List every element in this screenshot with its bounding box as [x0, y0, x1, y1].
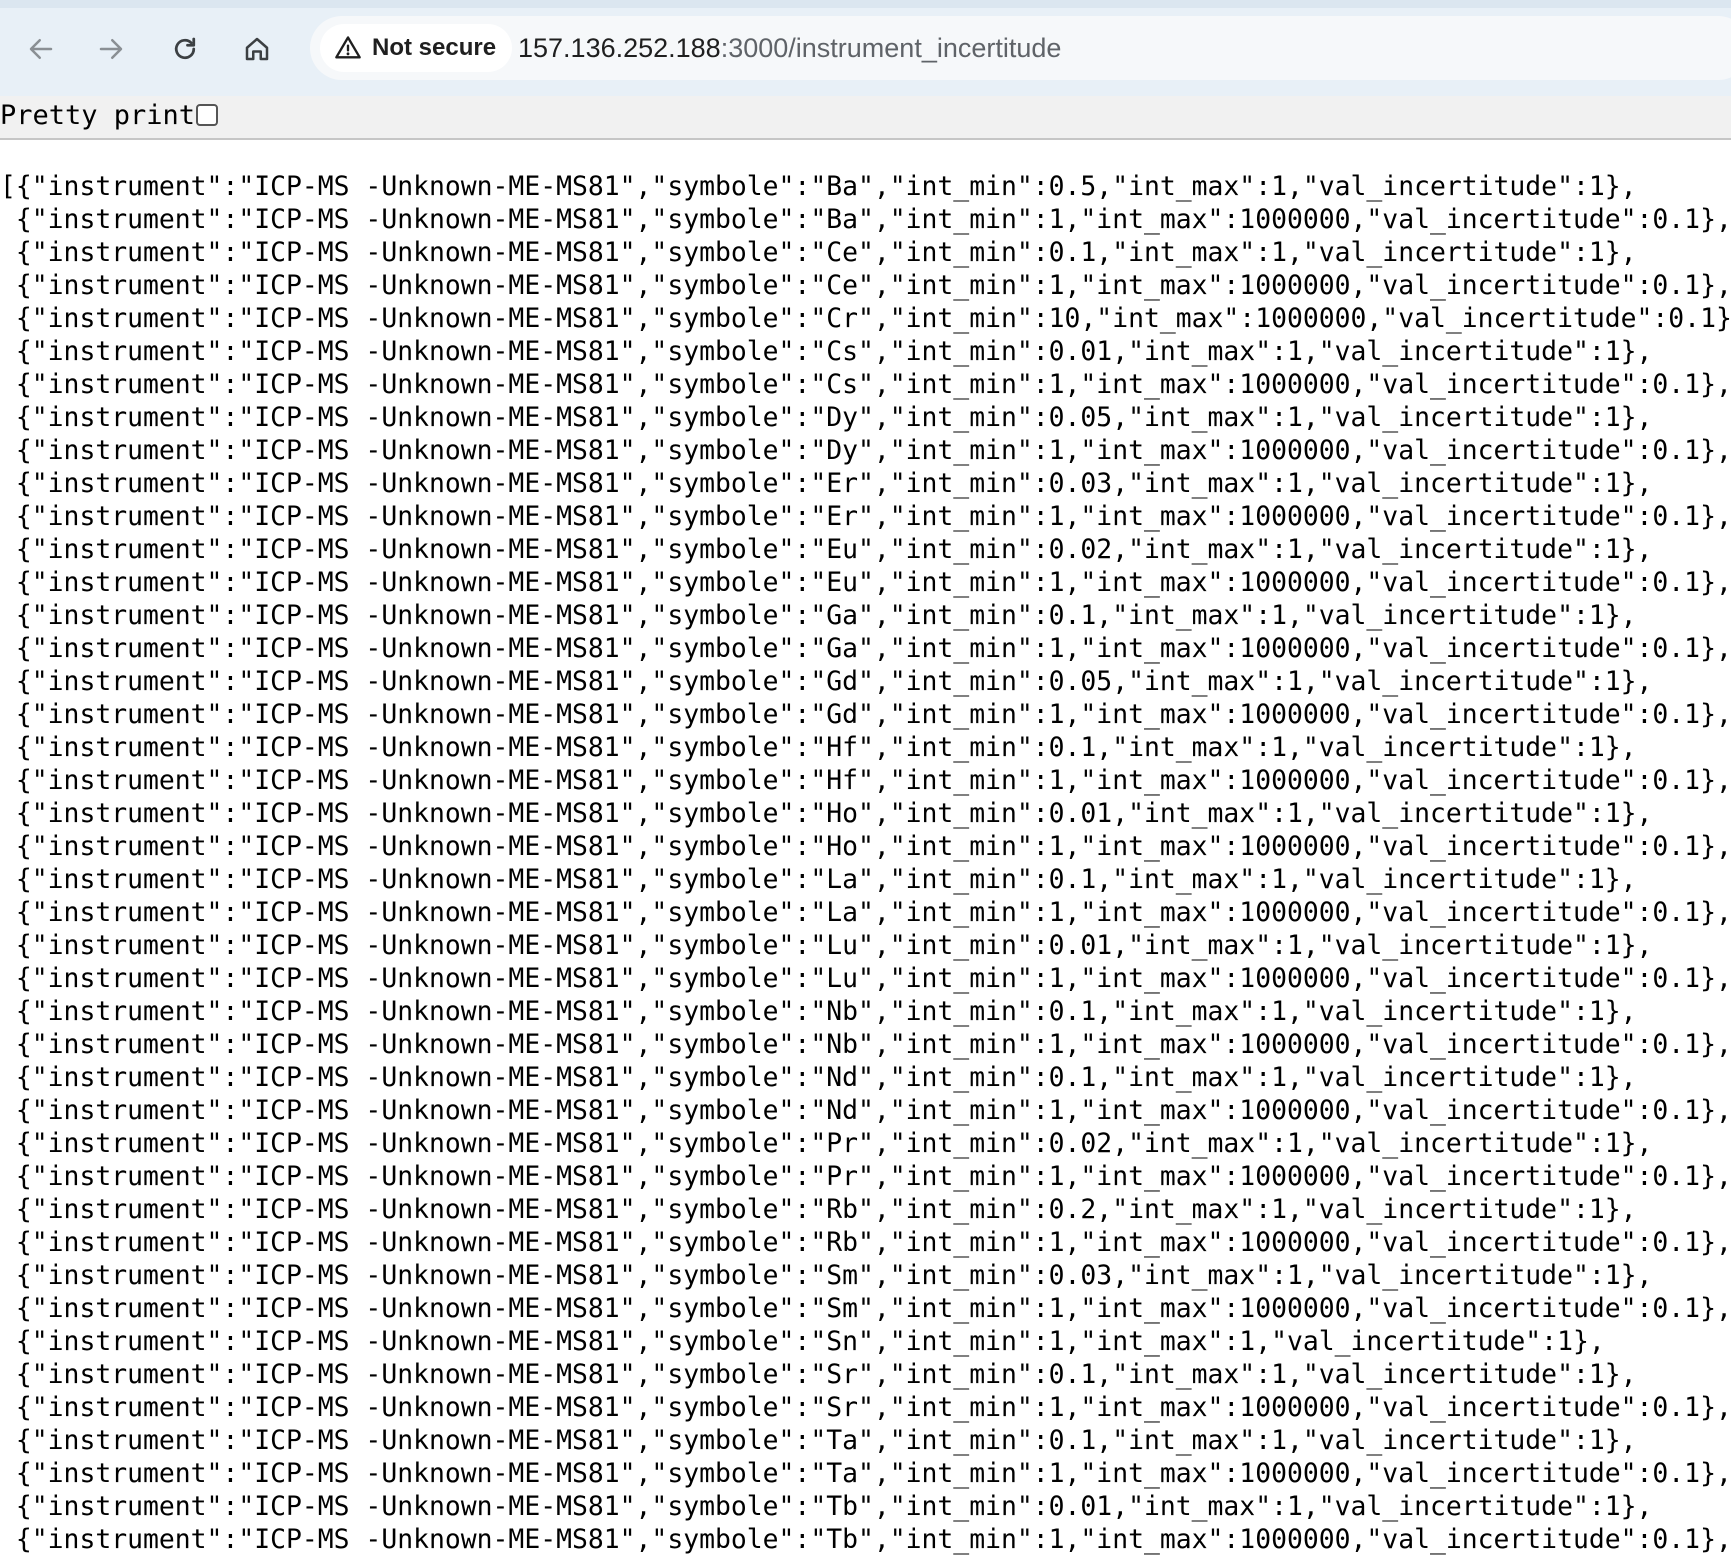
tab-strip-edge [0, 0, 1731, 8]
forward-arrow-icon [99, 39, 123, 59]
warning-triangle-icon [335, 36, 361, 59]
security-label: Not secure [372, 34, 497, 61]
json-line: {"instrument":"ICP-MS -Unknown-ME-MS81",… [0, 600, 1637, 631]
json-line: {"instrument":"ICP-MS -Unknown-ME-MS81",… [0, 1227, 1731, 1258]
home-icon [245, 37, 269, 61]
json-line: {"instrument":"ICP-MS -Unknown-ME-MS81",… [0, 402, 1653, 433]
json-line: {"instrument":"ICP-MS -Unknown-ME-MS81",… [0, 897, 1731, 928]
json-line: {"instrument":"ICP-MS -Unknown-ME-MS81",… [0, 1326, 1605, 1357]
json-line: {"instrument":"ICP-MS -Unknown-ME-MS81",… [0, 1062, 1637, 1093]
json-line: {"instrument":"ICP-MS -Unknown-ME-MS81",… [0, 1095, 1731, 1126]
json-line: {"instrument":"ICP-MS -Unknown-ME-MS81",… [0, 1260, 1653, 1291]
json-line: {"instrument":"ICP-MS -Unknown-ME-MS81",… [0, 798, 1653, 829]
reload-icon [174, 37, 196, 60]
json-line: {"instrument":"ICP-MS -Unknown-ME-MS81",… [0, 1128, 1653, 1159]
back-button[interactable] [18, 26, 64, 72]
json-line: {"instrument":"ICP-MS -Unknown-ME-MS81",… [0, 1425, 1637, 1456]
json-line: {"instrument":"ICP-MS -Unknown-ME-MS81",… [0, 930, 1653, 961]
json-line: {"instrument":"ICP-MS -Unknown-ME-MS81",… [0, 501, 1731, 532]
json-line: {"instrument":"ICP-MS -Unknown-ME-MS81",… [0, 303, 1731, 334]
json-line: {"instrument":"ICP-MS -Unknown-ME-MS81",… [0, 1458, 1731, 1489]
browser-toolbar: Not secure 157.136.252.188:3000/instrume… [0, 0, 1731, 96]
json-line: {"instrument":"ICP-MS -Unknown-ME-MS81",… [0, 831, 1731, 862]
json-line: {"instrument":"ICP-MS -Unknown-ME-MS81",… [0, 1029, 1731, 1060]
json-line: {"instrument":"ICP-MS -Unknown-ME-MS81",… [0, 1293, 1731, 1324]
security-indicator[interactable]: Not secure [320, 24, 513, 72]
json-line: {"instrument":"ICP-MS -Unknown-ME-MS81",… [0, 1491, 1653, 1522]
address-bar[interactable]: Not secure 157.136.252.188:3000/instrume… [310, 16, 1731, 80]
json-line: {"instrument":"ICP-MS -Unknown-ME-MS81",… [0, 765, 1731, 796]
json-line: {"instrument":"ICP-MS -Unknown-ME-MS81",… [0, 468, 1653, 499]
json-line: {"instrument":"ICP-MS -Unknown-ME-MS81",… [0, 567, 1731, 598]
json-line: {"instrument":"ICP-MS -Unknown-ME-MS81",… [0, 666, 1653, 697]
pretty-print-bar: Pretty print [0, 96, 1731, 140]
reload-button[interactable] [162, 26, 208, 72]
json-line: {"instrument":"ICP-MS -Unknown-ME-MS81",… [0, 534, 1653, 565]
url-text[interactable]: 157.136.252.188:3000/instrument_incertit… [518, 16, 1061, 80]
json-line: {"instrument":"ICP-MS -Unknown-ME-MS81",… [0, 699, 1731, 730]
pretty-print-label: Pretty print [0, 100, 196, 131]
url-path: :3000/instrument_incertitude [720, 33, 1062, 63]
json-line: {"instrument":"ICP-MS -Unknown-ME-MS81",… [0, 633, 1731, 664]
json-line: {"instrument":"ICP-MS -Unknown-ME-MS81",… [0, 864, 1637, 895]
json-line: {"instrument":"ICP-MS -Unknown-ME-MS81",… [0, 1392, 1731, 1423]
json-line: {"instrument":"ICP-MS -Unknown-ME-MS81",… [0, 237, 1637, 268]
home-button[interactable] [234, 26, 280, 72]
json-line: {"instrument":"ICP-MS -Unknown-ME-MS81",… [0, 1194, 1637, 1225]
json-line: {"instrument":"ICP-MS -Unknown-ME-MS81",… [0, 435, 1731, 466]
json-line: {"instrument":"ICP-MS -Unknown-ME-MS81",… [0, 270, 1731, 301]
json-line: {"instrument":"ICP-MS -Unknown-ME-MS81",… [0, 996, 1637, 1027]
json-line: [{"instrument":"ICP-MS -Unknown-ME-MS81"… [0, 171, 1637, 202]
back-arrow-icon [29, 39, 53, 59]
json-line: {"instrument":"ICP-MS -Unknown-ME-MS81",… [0, 1359, 1637, 1390]
json-line: {"instrument":"ICP-MS -Unknown-ME-MS81",… [0, 1161, 1731, 1192]
url-host: 157.136.252.188 [518, 33, 721, 63]
json-content: [{"instrument":"ICP-MS -Unknown-ME-MS81"… [0, 170, 1731, 1560]
json-line: {"instrument":"ICP-MS -Unknown-ME-MS81",… [0, 369, 1731, 400]
json-line: {"instrument":"ICP-MS -Unknown-ME-MS81",… [0, 204, 1731, 235]
json-line: {"instrument":"ICP-MS -Unknown-ME-MS81",… [0, 732, 1637, 763]
pretty-print-checkbox[interactable] [196, 104, 218, 126]
forward-button[interactable] [88, 26, 134, 72]
json-line: {"instrument":"ICP-MS -Unknown-ME-MS81",… [0, 963, 1731, 994]
json-line: {"instrument":"ICP-MS -Unknown-ME-MS81",… [0, 1524, 1731, 1555]
json-line: {"instrument":"ICP-MS -Unknown-ME-MS81",… [0, 336, 1653, 367]
